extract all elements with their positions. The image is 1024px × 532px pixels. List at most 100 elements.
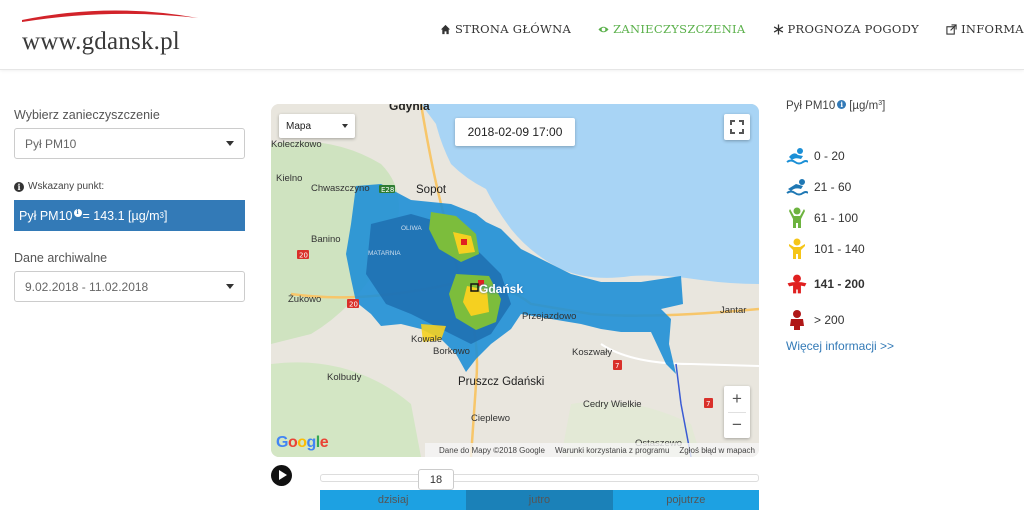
legend-item: > 200 [786, 304, 1006, 335]
place-label: Cedry Wielkie [583, 399, 642, 410]
place-label: Kowale [411, 334, 443, 345]
point-value-text: = 143.1 [µg/m [82, 208, 160, 223]
attribution-data: Dane do Mapy ©2018 Google [439, 445, 545, 455]
pollutant-select[interactable]: Pył PM10 [14, 128, 245, 159]
day-tab-day-after[interactable]: pojutrze [612, 490, 759, 510]
person-arms-up-icon [786, 207, 808, 229]
point-value-pollutant: Pył PM10 [19, 208, 73, 223]
snowflake-icon [773, 23, 783, 35]
nav-info[interactable]: INFORMACJE ⌄ [946, 22, 1024, 36]
selected-point-label: i Wskazany punkt: [14, 181, 246, 192]
caret-down-icon [226, 284, 234, 289]
day-tabs: dzisiaj jutro pojutrze [320, 490, 759, 510]
legend-panel: Pył PM10 i [µg/m 3] 0 - 20 21 - 60 61 - 1… [786, 100, 1006, 353]
archive-date-select[interactable]: 9.02.2018 - 11.02.2018 [14, 271, 245, 302]
legend-range: 61 - 100 [814, 210, 859, 225]
zoom-out-button[interactable]: − [724, 412, 750, 438]
info-icon[interactable]: i [73, 208, 82, 217]
day-tab-tomorrow[interactable]: jutro [466, 490, 613, 510]
place-label: Gdańsk [479, 282, 524, 296]
nav-pollution[interactable]: ZANIECZYSZCZENIA [598, 22, 745, 36]
road-shield-label: 7 [615, 362, 619, 370]
selected-point-value: Pył PM10 i = 143.1 [µg/m 3] [14, 200, 245, 231]
road-shield-label: 7 [706, 400, 710, 408]
district-label: MATARNIA [368, 250, 401, 257]
logo-swoosh [22, 10, 198, 22]
swimmer-icon [786, 145, 808, 167]
district-label: OLIWA [401, 225, 422, 232]
archive-label: Dane archiwalne [14, 251, 108, 265]
site-header: www.gdansk.pl STRONA GŁÓWNA ZANIECZYSZCZ… [0, 0, 1024, 70]
legend-title: Pył PM10 i [µg/m 3] [786, 100, 1006, 112]
point-value-suffix: ] [164, 208, 168, 223]
time-slider-track[interactable] [320, 474, 759, 482]
legend-item: 0 - 20 [786, 140, 1006, 171]
attribution-terms[interactable]: Warunki korzystania z programu [555, 446, 669, 455]
zoom-in-button[interactable]: + [724, 386, 750, 412]
place-label: Koleczkowo [271, 139, 322, 150]
info-icon[interactable]: i [837, 100, 847, 109]
place-label: Chwaszczyno [311, 183, 370, 194]
play-button[interactable] [271, 465, 292, 486]
selected-point-label-text: Wskazany punkt: [28, 181, 105, 192]
place-label: Kielno [276, 173, 303, 184]
place-label: Pruszcz Gdański [458, 376, 545, 388]
eye-icon [598, 26, 609, 32]
place-label: Koszwały [572, 347, 613, 358]
fullscreen-icon [730, 120, 744, 134]
place-label: Gdynia [389, 104, 430, 113]
legend-range: 101 - 140 [814, 241, 865, 256]
external-link-icon [946, 23, 957, 35]
place-label: Sopot [416, 184, 447, 196]
place-label: Żukowo [288, 294, 322, 305]
legend-item: 101 - 140 [786, 233, 1006, 264]
nav-weather-label: PROGNOZA POGODY [787, 22, 920, 36]
time-slider-handle[interactable]: 18 [418, 469, 454, 490]
pollutant-label: Wybierz zanieczyszczenie [14, 108, 160, 122]
pollutant-select-value: Pył PM10 [25, 136, 77, 151]
legend-range: 0 - 20 [814, 148, 845, 163]
legend-range: 141 - 200 [814, 277, 865, 291]
swimmer-icon [786, 176, 808, 198]
road-shield-label: 20 [349, 301, 358, 309]
day-tab-today[interactable]: dzisiaj [320, 490, 467, 510]
nav-info-label: INFORMACJE [961, 22, 1024, 36]
zoom-separator [728, 412, 746, 413]
legend-item: 21 - 60 [786, 171, 1006, 202]
map-attribution: Dane do Mapy ©2018 Google Warunki korzys… [425, 443, 759, 457]
pollution-hotspot [461, 239, 467, 245]
attribution-report[interactable]: Zgłoś błąd w mapach [679, 446, 755, 455]
nav-home-label: STRONA GŁÓWNA [455, 22, 572, 36]
map-datetime: 2018-02-09 17:00 [455, 118, 575, 146]
nav-home[interactable]: STRONA GŁÓWNA [440, 22, 571, 36]
place-label: Borkowo [433, 346, 470, 357]
filter-panel: Wybierz zanieczyszczenie Pył PM10 i Wska… [14, 108, 246, 302]
place-label: Cieplewo [471, 413, 511, 424]
place-label: Jantar [720, 305, 747, 316]
fullscreen-button[interactable] [724, 114, 750, 140]
legend-range: > 200 [814, 312, 845, 327]
caret-down-icon [226, 141, 234, 146]
google-logo[interactable]: Google [276, 434, 329, 452]
logo-text: www.gdansk.pl [22, 28, 180, 55]
site-logo[interactable]: www.gdansk.pl [18, 6, 208, 56]
map-canvas[interactable]: E28 20 20 7 7 [271, 104, 759, 457]
legend-item-active: 141 - 200 [786, 264, 1006, 304]
road-shield-label: E28 [381, 186, 394, 194]
nav-weather[interactable]: PROGNOZA POGODY [773, 22, 920, 36]
zoom-control: + − [724, 386, 750, 438]
archive-select-value: 9.02.2018 - 11.02.2018 [25, 279, 149, 294]
legend-title-text: Pył PM10 [786, 100, 836, 112]
more-info-link[interactable]: Więcej informacji >> [786, 339, 1006, 353]
person-sitting-icon [786, 309, 808, 331]
info-icon: i [14, 181, 24, 192]
map-type-select[interactable]: Mapa [279, 114, 355, 138]
timeline: 18 dzisiaj jutro pojutrze [271, 463, 759, 511]
legend-unit: [µg/m [849, 100, 879, 112]
road-shield-label: 20 [299, 252, 308, 260]
main-nav: STRONA GŁÓWNA ZANIECZYSZCZENIA PROGNOZA … [440, 22, 1024, 36]
pollution-map[interactable]: E28 20 20 7 7 Gdynia Sopot Gdańsk Pruszc… [271, 104, 759, 457]
person-arms-up-icon [786, 238, 808, 260]
nav-pollution-label: ZANIECZYSZCZENIA [613, 22, 746, 36]
person-sad-icon [786, 273, 808, 295]
